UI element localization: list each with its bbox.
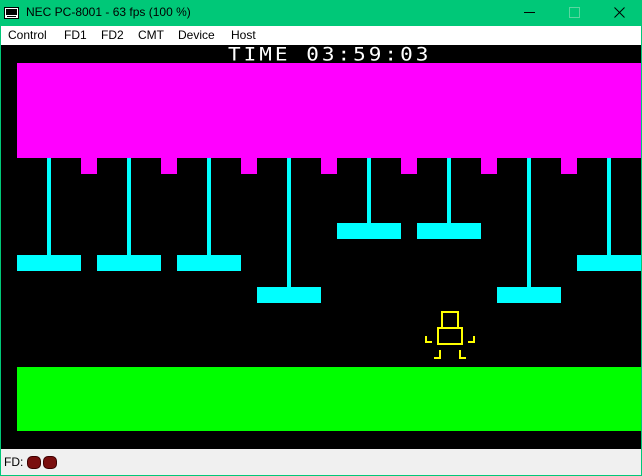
maximize-button[interactable] — [552, 0, 597, 26]
game-playfield — [17, 63, 641, 431]
hanging-platform — [177, 158, 241, 271]
menu-fd1[interactable]: FD1 — [64, 28, 87, 42]
player-robot — [425, 311, 475, 359]
close-icon — [614, 7, 625, 18]
window-border-left — [0, 26, 1, 476]
hanging-platform — [497, 158, 561, 303]
hanging-platform — [17, 158, 81, 271]
fd-status-label: FD: — [4, 455, 24, 469]
hanging-platform — [257, 158, 321, 303]
title-bar: NEC PC-8001 - 63 fps (100 %) — [0, 0, 642, 26]
computer-icon — [4, 6, 19, 19]
emulator-screen[interactable]: TIME 03:59:03 — [1, 45, 641, 449]
maximize-icon — [569, 7, 580, 18]
minimize-icon — [524, 12, 535, 13]
hanging-platform — [577, 158, 641, 271]
menu-control[interactable]: Control — [8, 28, 47, 42]
window-title: NEC PC-8001 - 63 fps (100 %) — [26, 5, 191, 19]
menu-device[interactable]: Device — [178, 28, 215, 42]
ceiling-teeth — [81, 158, 577, 174]
menu-fd2[interactable]: FD2 — [101, 28, 124, 42]
status-bar: FD: — [1, 449, 641, 475]
hanging-platform — [97, 158, 161, 271]
fd1-access-led — [27, 456, 41, 469]
menu-cmt[interactable]: CMT — [138, 28, 164, 42]
menu-host[interactable]: Host — [231, 28, 256, 42]
close-button[interactable] — [597, 0, 642, 26]
menu-bar: Control FD1 FD2 CMT Device Host — [1, 26, 641, 45]
floor-block — [17, 367, 641, 431]
hanging-platform — [337, 158, 401, 239]
minimize-button[interactable] — [507, 0, 552, 26]
fd2-access-led — [43, 456, 57, 469]
hanging-platform — [417, 158, 481, 239]
ceiling-block — [17, 63, 641, 158]
